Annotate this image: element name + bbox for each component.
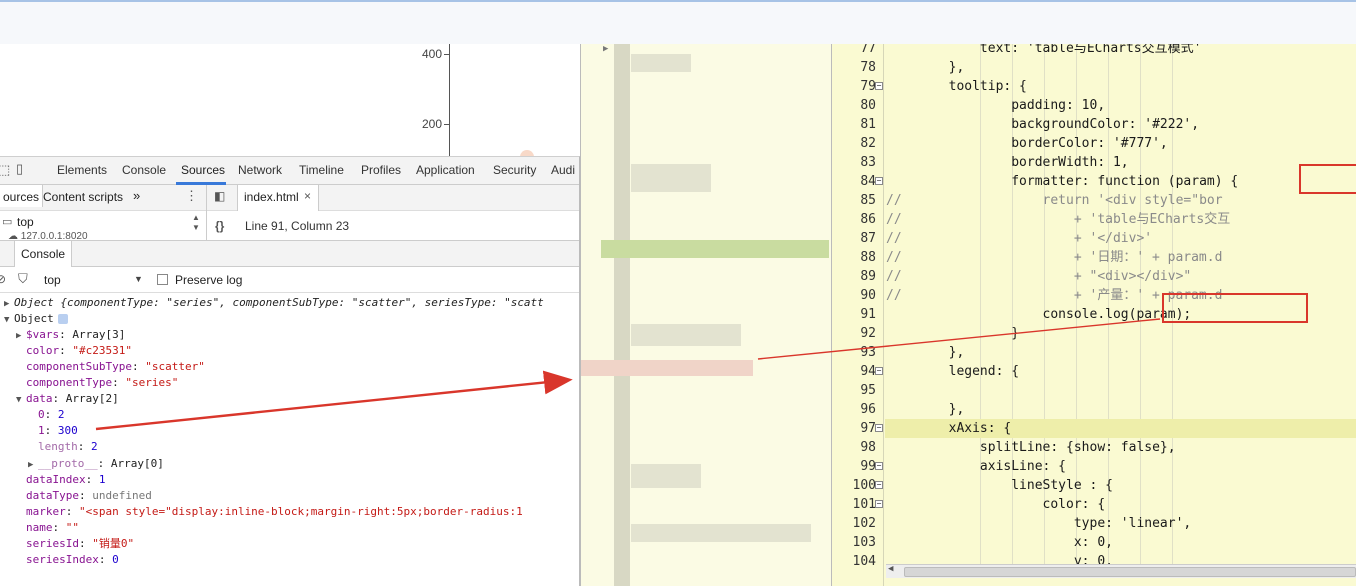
annotation-line — [757, 318, 1161, 360]
annotation-overlay — [95, 318, 1161, 431]
annotation-arrow — [95, 370, 573, 431]
